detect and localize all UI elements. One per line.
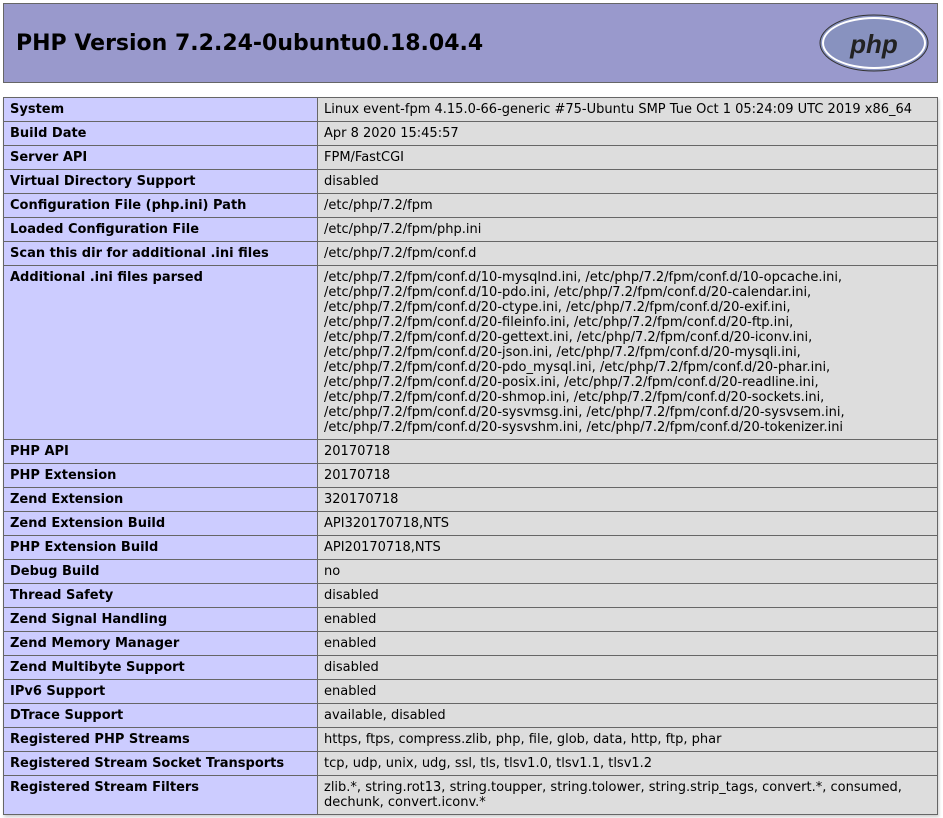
table-row: DTrace Supportavailable, disabled <box>4 704 938 728</box>
row-value: /etc/php/7.2/fpm/conf.d/10-mysqlnd.ini, … <box>318 266 938 440</box>
phpinfo-container: PHP Version 7.2.24-0ubuntu0.18.04.4 php … <box>3 3 938 815</box>
row-label: Configuration File (php.ini) Path <box>4 194 318 218</box>
row-label: Zend Extension Build <box>4 512 318 536</box>
row-value: disabled <box>318 656 938 680</box>
row-label: Server API <box>4 146 318 170</box>
row-value: no <box>318 560 938 584</box>
row-label: Zend Extension <box>4 488 318 512</box>
row-value: /etc/php/7.2/fpm <box>318 194 938 218</box>
table-row: Additional .ini files parsed/etc/php/7.2… <box>4 266 938 440</box>
table-row: Zend Memory Managerenabled <box>4 632 938 656</box>
row-label: Additional .ini files parsed <box>4 266 318 440</box>
table-row: SystemLinux event-fpm 4.15.0-66-generic … <box>4 98 938 122</box>
table-row: Zend Multibyte Supportdisabled <box>4 656 938 680</box>
row-value: 320170718 <box>318 488 938 512</box>
php-logo-icon: php <box>819 13 929 73</box>
row-value: enabled <box>318 632 938 656</box>
row-value: disabled <box>318 170 938 194</box>
table-row: PHP Extension20170718 <box>4 464 938 488</box>
table-row: Loaded Configuration File/etc/php/7.2/fp… <box>4 218 938 242</box>
row-value: /etc/php/7.2/fpm/conf.d <box>318 242 938 266</box>
table-row: Configuration File (php.ini) Path/etc/ph… <box>4 194 938 218</box>
row-label: Registered PHP Streams <box>4 728 318 752</box>
table-row: Virtual Directory Supportdisabled <box>4 170 938 194</box>
row-label: Debug Build <box>4 560 318 584</box>
row-value: available, disabled <box>318 704 938 728</box>
row-label: Loaded Configuration File <box>4 218 318 242</box>
row-value: 20170718 <box>318 440 938 464</box>
row-value: enabled <box>318 608 938 632</box>
table-row: Debug Buildno <box>4 560 938 584</box>
row-label: Scan this dir for additional .ini files <box>4 242 318 266</box>
row-label: Zend Multibyte Support <box>4 656 318 680</box>
row-value: https, ftps, compress.zlib, php, file, g… <box>318 728 938 752</box>
table-row: Zend Extension BuildAPI320170718,NTS <box>4 512 938 536</box>
table-row: Registered Stream Filterszlib.*, string.… <box>4 776 938 815</box>
table-row: Server APIFPM/FastCGI <box>4 146 938 170</box>
row-value: enabled <box>318 680 938 704</box>
row-label: Zend Signal Handling <box>4 608 318 632</box>
row-label: PHP Extension <box>4 464 318 488</box>
row-value: Apr 8 2020 15:45:57 <box>318 122 938 146</box>
table-row: Registered Stream Socket Transportstcp, … <box>4 752 938 776</box>
row-value: tcp, udp, unix, udg, ssl, tls, tlsv1.0, … <box>318 752 938 776</box>
table-row: Thread Safetydisabled <box>4 584 938 608</box>
row-value: /etc/php/7.2/fpm/php.ini <box>318 218 938 242</box>
row-value: Linux event-fpm 4.15.0-66-generic #75-Ub… <box>318 98 938 122</box>
row-value: disabled <box>318 584 938 608</box>
table-row: Build DateApr 8 2020 15:45:57 <box>4 122 938 146</box>
table-row: Zend Extension320170718 <box>4 488 938 512</box>
table-row: Scan this dir for additional .ini files/… <box>4 242 938 266</box>
row-value: zlib.*, string.rot13, string.toupper, st… <box>318 776 938 815</box>
row-label: PHP API <box>4 440 318 464</box>
table-row: IPv6 Supportenabled <box>4 680 938 704</box>
row-label: Registered Stream Socket Transports <box>4 752 318 776</box>
table-row: Registered PHP Streamshttps, ftps, compr… <box>4 728 938 752</box>
row-value: API320170718,NTS <box>318 512 938 536</box>
page-title: PHP Version 7.2.24-0ubuntu0.18.04.4 <box>12 31 483 56</box>
row-label: PHP Extension Build <box>4 536 318 560</box>
table-row: Zend Signal Handlingenabled <box>4 608 938 632</box>
row-label: IPv6 Support <box>4 680 318 704</box>
row-label: Build Date <box>4 122 318 146</box>
table-row: PHP Extension BuildAPI20170718,NTS <box>4 536 938 560</box>
row-label: Zend Memory Manager <box>4 632 318 656</box>
info-table: SystemLinux event-fpm 4.15.0-66-generic … <box>3 97 938 815</box>
row-label: Registered Stream Filters <box>4 776 318 815</box>
svg-text:php: php <box>849 29 898 59</box>
row-label: Thread Safety <box>4 584 318 608</box>
row-value: API20170718,NTS <box>318 536 938 560</box>
row-label: DTrace Support <box>4 704 318 728</box>
header-box: PHP Version 7.2.24-0ubuntu0.18.04.4 php <box>3 3 938 83</box>
row-label: Virtual Directory Support <box>4 170 318 194</box>
row-value: 20170718 <box>318 464 938 488</box>
row-label: System <box>4 98 318 122</box>
row-value: FPM/FastCGI <box>318 146 938 170</box>
table-row: PHP API20170718 <box>4 440 938 464</box>
